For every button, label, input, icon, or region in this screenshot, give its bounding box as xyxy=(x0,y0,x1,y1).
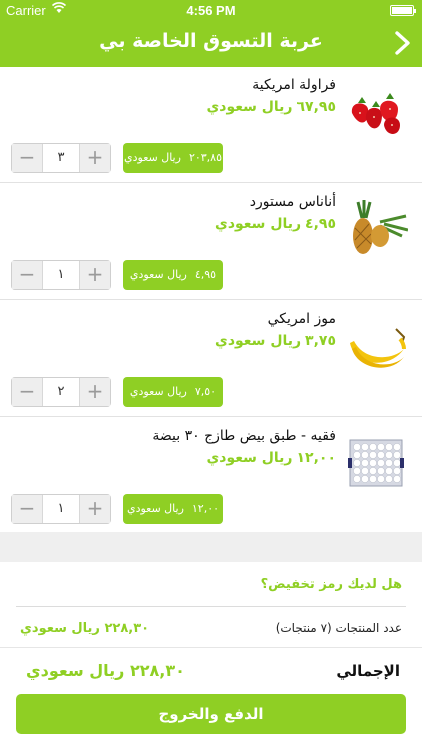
line-total-badge: ٢٠٣,٨٥ريال سعودي xyxy=(123,143,223,173)
quantity-value: ٢ xyxy=(42,378,80,406)
total-label: الإجمالي xyxy=(336,662,400,680)
quantity-stepper: − ١ + xyxy=(11,260,111,290)
strawberry-image xyxy=(344,79,408,143)
pineapple-image xyxy=(344,196,409,260)
line-total-badge: ٤,٩٥ريال سعودي xyxy=(123,260,223,290)
quantity-stepper: − ٢ + xyxy=(11,377,111,407)
item-name: فقيه - طبق بيض طازج ٣٠ بيضة xyxy=(152,428,336,444)
items-count-value: ٢٢٨,٣٠ ريال سعودي xyxy=(20,621,150,636)
cart-item: أناناس مستورد ٤,٩٥ريال سعودي ٤,٩٥ريال سع… xyxy=(0,184,422,300)
quantity-value: ١ xyxy=(42,261,80,289)
eggs-image xyxy=(344,430,408,494)
checkout-button[interactable]: الدفع والخروج xyxy=(16,694,406,734)
divider xyxy=(0,647,422,648)
line-total-badge: ١٢,٠٠ريال سعودي xyxy=(123,494,223,524)
banana-image xyxy=(344,313,408,377)
navigation-bar: Carrier 4:56 PM عربة التسوق الخاصة بي xyxy=(0,0,422,67)
status-bar: Carrier 4:56 PM xyxy=(0,0,422,22)
promo-code-link[interactable]: هل لديك رمز تخفيض؟ xyxy=(261,577,402,592)
cart-item: فقيه - طبق بيض طازج ٣٠ بيضة ١٢,٠٠ريال سع… xyxy=(0,418,422,534)
items-count-label: عدد المنتجات (٧ منتجات) xyxy=(275,621,402,635)
increase-button[interactable]: + xyxy=(80,495,110,523)
cart-item: موز امريكي ٣,٧٥ريال سعودي ٧,٥٠ريال سعودي… xyxy=(0,301,422,417)
quantity-stepper: − ٣ + xyxy=(11,143,111,173)
increase-button[interactable]: + xyxy=(80,378,110,406)
decrease-button[interactable]: − xyxy=(12,144,42,172)
battery-icon xyxy=(390,5,416,16)
total-value: ٢٢٨,٣٠ ريال سعودي xyxy=(26,661,185,680)
decrease-button[interactable]: − xyxy=(12,261,42,289)
page-title: عربة التسوق الخاصة بي xyxy=(99,30,323,52)
section-separator xyxy=(0,532,422,562)
item-price: ٦٧,٩٥ريال سعودي xyxy=(206,99,336,115)
increase-button[interactable]: + xyxy=(80,261,110,289)
increase-button[interactable]: + xyxy=(80,144,110,172)
quantity-stepper: − ١ + xyxy=(11,494,111,524)
item-name: فراولة امريكية xyxy=(252,77,336,93)
line-total-badge: ٧,٥٠ريال سعودي xyxy=(123,377,223,407)
quantity-value: ١ xyxy=(42,495,80,523)
cart-item: فراولة امريكية ٦٧,٩٥ريال سعودي ٢٠٣,٨٥ريا… xyxy=(0,67,422,183)
item-name: موز امريكي xyxy=(267,311,336,327)
divider xyxy=(16,606,406,607)
decrease-button[interactable]: − xyxy=(12,378,42,406)
decrease-button[interactable]: − xyxy=(12,495,42,523)
item-price: ١٢,٠٠ريال سعودي xyxy=(206,450,336,466)
chevron-right-icon[interactable] xyxy=(392,30,414,56)
clock: 4:56 PM xyxy=(186,3,236,18)
item-price: ٤,٩٥ريال سعودي xyxy=(214,216,336,232)
item-price: ٣,٧٥ريال سعودي xyxy=(214,333,336,349)
quantity-value: ٣ xyxy=(42,144,80,172)
item-name: أناناس مستورد xyxy=(249,194,336,210)
